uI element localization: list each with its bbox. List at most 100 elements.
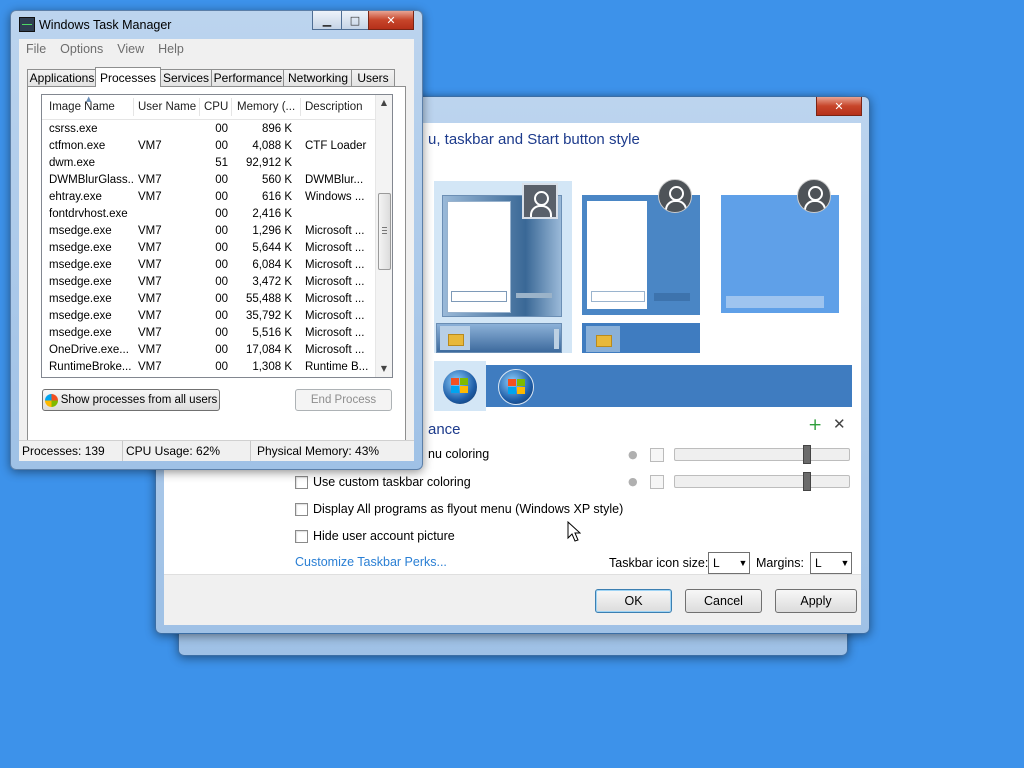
- show-all-processes-button[interactable]: Show processes from all users: [42, 389, 220, 411]
- process-name: fontdrvhost.exe: [49, 208, 128, 220]
- process-user: [138, 121, 198, 138]
- table-row[interactable]: fontdrvhost.exe 00 2,416 K: [42, 206, 375, 223]
- column-memory[interactable]: Memory (...: [237, 95, 299, 119]
- table-row[interactable]: msedge.exe VM7 00 6,084 K Microsoft ...: [42, 257, 375, 274]
- process-name: msedge.exe: [49, 259, 112, 271]
- slider-thumb[interactable]: [803, 472, 811, 491]
- tab-performance[interactable]: Performance: [211, 69, 285, 86]
- process-mem: 5,516 K: [252, 327, 292, 339]
- table-row[interactable]: csrss.exe 00 896 K: [42, 121, 375, 138]
- close-button[interactable]: ✕: [816, 97, 862, 116]
- start-orb-windows8[interactable]: [498, 369, 534, 405]
- process-user: VM7: [138, 174, 162, 186]
- column-description[interactable]: Description: [305, 95, 373, 119]
- custom-taskbar-coloring-option[interactable]: Use custom taskbar coloring: [295, 475, 471, 489]
- table-row[interactable]: msedge.exe VM7 00 5,516 K Microsoft ...: [42, 325, 375, 342]
- status-bar: Processes: 139 CPU Usage: 62% Physical M…: [19, 440, 414, 461]
- margins-select[interactable]: L ▼: [810, 552, 852, 574]
- slider-thumb[interactable]: [803, 445, 811, 464]
- process-mem: 896 K: [261, 123, 292, 135]
- process-mem: 2,416 K: [252, 208, 292, 220]
- end-process-button[interactable]: End Process: [295, 389, 392, 411]
- tab-networking[interactable]: Networking: [283, 69, 353, 86]
- process-user: VM7: [138, 327, 162, 339]
- process-desc: Microsoft ...: [305, 242, 365, 254]
- menu-options[interactable]: Options: [53, 42, 110, 56]
- process-cpu: 00: [215, 191, 228, 203]
- taskbar-icon-size-select[interactable]: L ▼: [708, 552, 750, 574]
- start-orb-windows7[interactable]: [434, 361, 486, 411]
- add-icon[interactable]: +: [808, 415, 822, 435]
- close-button[interactable]: ✕: [368, 11, 414, 30]
- column-user-name[interactable]: User Name: [138, 95, 198, 119]
- status-physical-memory: Physical Memory: 43%: [257, 444, 380, 458]
- table-row[interactable]: msedge.exe VM7 00 5,644 K Microsoft ...: [42, 240, 375, 257]
- process-mem: 6,084 K: [252, 259, 292, 271]
- process-name: msedge.exe: [49, 242, 112, 254]
- menu-view[interactable]: View: [110, 42, 151, 56]
- table-row[interactable]: ctfmon.exe VM7 00 4,088 K CTF Loader: [42, 138, 375, 155]
- style-preview-windows7[interactable]: [434, 181, 572, 353]
- remove-icon[interactable]: ✕: [833, 415, 846, 433]
- process-mem: 560 K: [261, 174, 292, 186]
- process-desc: DWMBlur...: [305, 174, 364, 186]
- style-preview-windows8[interactable]: [582, 179, 722, 355]
- flyout-menu-option[interactable]: Display All programs as flyout menu (Win…: [295, 502, 623, 516]
- ok-button[interactable]: OK: [595, 589, 672, 613]
- status-processes: Processes: 139: [19, 441, 123, 461]
- task-manager-window: Windows Task Manager ▁ □ ✕ File Options …: [10, 10, 423, 470]
- process-user: [138, 206, 198, 223]
- process-desc: Microsoft ...: [305, 276, 365, 288]
- table-row[interactable]: DWMBlurGlass... VM7 00 560 K DWMBlur...: [42, 172, 375, 189]
- menu-help[interactable]: Help: [151, 42, 191, 56]
- taskbar-color-swatch[interactable]: [650, 475, 664, 489]
- process-cpu: 00: [215, 174, 228, 186]
- process-desc: [305, 206, 375, 223]
- tab-processes[interactable]: Processes: [95, 67, 161, 87]
- scroll-up-icon[interactable]: ▲: [376, 95, 392, 111]
- window-title: Windows Task Manager: [39, 18, 172, 32]
- checkbox[interactable]: [295, 475, 308, 489]
- tab-applications[interactable]: Applications: [27, 69, 97, 86]
- table-row[interactable]: msedge.exe VM7 00 35,792 K Microsoft ...: [42, 308, 375, 325]
- checkbox[interactable]: [295, 502, 308, 516]
- start-button-preview-row: [434, 365, 852, 407]
- minimize-button[interactable]: ▁: [312, 11, 342, 30]
- style-preview-windows10[interactable]: [721, 179, 841, 315]
- apply-button[interactable]: Apply: [775, 589, 857, 613]
- cancel-button[interactable]: Cancel: [685, 589, 762, 613]
- margins-label: Margins:: [756, 556, 804, 570]
- hide-user-picture-option[interactable]: Hide user account picture: [295, 529, 455, 543]
- customize-taskbar-perks-link[interactable]: Customize Taskbar Perks...: [295, 555, 447, 569]
- process-mem: 5,644 K: [252, 242, 292, 254]
- process-mem: 1,308 K: [252, 361, 292, 373]
- table-row[interactable]: RuntimeBroke... VM7 00 1,308 K Runtime B...: [42, 359, 375, 376]
- process-list-header: ▲ Image Name User Name CPU Memory (... D…: [42, 95, 375, 120]
- tab-services[interactable]: Services: [159, 69, 213, 86]
- checkbox[interactable]: [295, 529, 308, 543]
- drop-icon: ●: [628, 475, 638, 488]
- process-mem: 55,488 K: [245, 293, 292, 305]
- process-cpu: 00: [215, 293, 228, 305]
- process-mem: 616 K: [261, 191, 292, 203]
- process-cpu: 51: [215, 157, 228, 169]
- maximize-button[interactable]: □: [341, 11, 369, 30]
- scroll-thumb[interactable]: [378, 193, 391, 270]
- dialog-button-bar: OK Cancel Apply: [164, 574, 861, 625]
- menu-color-swatch[interactable]: [650, 448, 664, 462]
- scroll-down-icon[interactable]: ▼: [376, 361, 392, 377]
- column-cpu[interactable]: CPU: [204, 95, 230, 119]
- taskbar-coloring-slider[interactable]: [674, 472, 850, 491]
- tab-users[interactable]: Users: [351, 69, 395, 86]
- table-row[interactable]: msedge.exe VM7 00 55,488 K Microsoft ...: [42, 291, 375, 308]
- vertical-scrollbar[interactable]: ▲ ▼: [375, 95, 392, 377]
- table-row[interactable]: ehtray.exe VM7 00 616 K Windows ...: [42, 189, 375, 206]
- menu-coloring-slider[interactable]: [674, 445, 850, 464]
- table-row[interactable]: OneDrive.exe... VM7 00 17,084 K Microsoft ..…: [42, 342, 375, 359]
- menu-file[interactable]: File: [19, 42, 53, 56]
- table-row[interactable]: dwm.exe 51 92,912 K: [42, 155, 375, 172]
- column-image-name[interactable]: Image Name: [49, 95, 129, 119]
- table-row[interactable]: msedge.exe VM7 00 1,296 K Microsoft ...: [42, 223, 375, 240]
- process-list[interactable]: ▲ Image Name User Name CPU Memory (... D…: [41, 94, 393, 378]
- table-row[interactable]: msedge.exe VM7 00 3,472 K Microsoft ...: [42, 274, 375, 291]
